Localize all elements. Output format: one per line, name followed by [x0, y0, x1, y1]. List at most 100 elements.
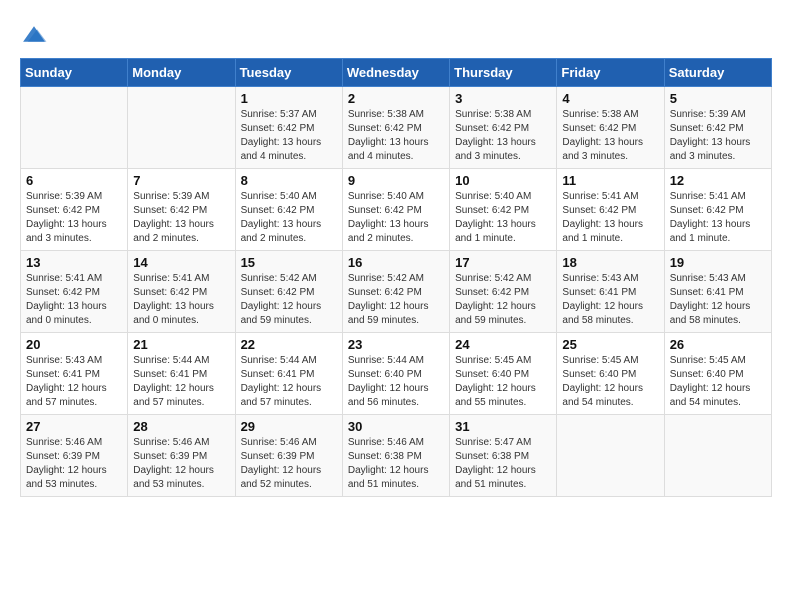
calendar-cell: 5 Sunrise: 5:39 AM Sunset: 6:42 PM Daylig…: [664, 87, 771, 169]
cell-info: Sunrise: 5:39 AM Sunset: 6:42 PM Dayligh…: [133, 190, 229, 246]
day-number: 6: [26, 173, 122, 188]
calendar-cell: 24Sunrise: 5:45 AM Sunset: 6:40 PM Dayli…: [450, 333, 557, 415]
calendar-cell: 2 Sunrise: 5:38 AM Sunset: 6:42 PM Daylig…: [342, 87, 449, 169]
cell-info: Sunrise: 5:41 AM Sunset: 6:42 PM Dayligh…: [562, 190, 658, 246]
calendar-cell: [664, 415, 771, 497]
cell-info: Sunrise: 5:44 AM Sunset: 6:41 PM Dayligh…: [133, 354, 229, 410]
calendar-cell: 9 Sunrise: 5:40 AM Sunset: 6:42 PM Daylig…: [342, 169, 449, 251]
cell-info: Sunrise: 5:43 AM Sunset: 6:41 PM Dayligh…: [670, 272, 766, 328]
calendar-cell: 13Sunrise: 5:41 AM Sunset: 6:42 PM Dayli…: [21, 251, 128, 333]
header-cell-saturday: Saturday: [664, 59, 771, 87]
calendar-cell: 15 Sunrise: 5:42 AM Sunset: 6:42 PM Dayli…: [235, 251, 342, 333]
cell-info: Sunrise: 5:40 AM Sunset: 6:42 PM Dayligh…: [241, 190, 337, 246]
calendar-cell: [557, 415, 664, 497]
calendar-cell: 7 Sunrise: 5:39 AM Sunset: 6:42 PM Daylig…: [128, 169, 235, 251]
calendar-week-4: 20 Sunrise: 5:43 AM Sunset: 6:41 PM Dayli…: [21, 333, 772, 415]
cell-info: Sunrise: 5:37 AM Sunset: 6:42 PM Dayligh…: [241, 108, 337, 164]
logo-icon: [20, 20, 48, 48]
cell-info: Sunrise: 5:46 AM Sunset: 6:38 PM Dayligh…: [348, 436, 444, 492]
day-number: 12: [670, 173, 766, 188]
calendar-cell: 29 Sunrise: 5:46 AM Sunset: 6:39 PM Dayli…: [235, 415, 342, 497]
cell-info: Sunrise: 5:42 AM Sunset: 6:42 PM Dayligh…: [241, 272, 337, 328]
day-number: 29: [241, 419, 337, 434]
day-number: 8: [241, 173, 337, 188]
calendar-cell: 8 Sunrise: 5:40 AM Sunset: 6:42 PM Daylig…: [235, 169, 342, 251]
day-number: 17: [455, 255, 551, 270]
cell-info: Sunrise: 5:41 AM Sunset: 6:42 PM Dayligh…: [133, 272, 229, 328]
header-cell-monday: Monday: [128, 59, 235, 87]
calendar-cell: 23 Sunrise: 5:44 AM Sunset: 6:40 PM Dayli…: [342, 333, 449, 415]
day-number: 20: [26, 337, 122, 352]
calendar-cell: [21, 87, 128, 169]
cell-info: Sunrise: 5:44 AM Sunset: 6:40 PM Dayligh…: [348, 354, 444, 410]
calendar-cell: 20 Sunrise: 5:43 AM Sunset: 6:41 PM Dayli…: [21, 333, 128, 415]
calendar-cell: 6Sunrise: 5:39 AM Sunset: 6:42 PM Daylig…: [21, 169, 128, 251]
header-cell-wednesday: Wednesday: [342, 59, 449, 87]
day-number: 15: [241, 255, 337, 270]
day-number: 27: [26, 419, 122, 434]
day-number: 25: [562, 337, 658, 352]
logo: [20, 20, 52, 48]
calendar-cell: 11Sunrise: 5:41 AM Sunset: 6:42 PM Dayli…: [557, 169, 664, 251]
calendar-cell: 3 Sunrise: 5:38 AM Sunset: 6:42 PM Daylig…: [450, 87, 557, 169]
calendar-cell: 4 Sunrise: 5:38 AM Sunset: 6:42 PM Daylig…: [557, 87, 664, 169]
cell-info: Sunrise: 5:38 AM Sunset: 6:42 PM Dayligh…: [455, 108, 551, 164]
cell-info: Sunrise: 5:43 AM Sunset: 6:41 PM Dayligh…: [26, 354, 122, 410]
cell-info: Sunrise: 5:40 AM Sunset: 6:42 PM Dayligh…: [348, 190, 444, 246]
cell-info: Sunrise: 5:45 AM Sunset: 6:40 PM Dayligh…: [562, 354, 658, 410]
cell-info: Sunrise: 5:47 AM Sunset: 6:38 PM Dayligh…: [455, 436, 551, 492]
calendar-cell: 10Sunrise: 5:40 AM Sunset: 6:42 PM Dayli…: [450, 169, 557, 251]
day-number: 9: [348, 173, 444, 188]
page-header: [20, 20, 772, 48]
calendar-cell: 31 Sunrise: 5:47 AM Sunset: 6:38 PM Dayli…: [450, 415, 557, 497]
calendar-cell: 1Sunrise: 5:37 AM Sunset: 6:42 PM Daylig…: [235, 87, 342, 169]
day-number: 31: [455, 419, 551, 434]
day-number: 23: [348, 337, 444, 352]
calendar-cell: 22 Sunrise: 5:44 AM Sunset: 6:41 PM Dayli…: [235, 333, 342, 415]
calendar-table: SundayMondayTuesdayWednesdayThursdayFrid…: [20, 58, 772, 497]
cell-info: Sunrise: 5:39 AM Sunset: 6:42 PM Dayligh…: [670, 108, 766, 164]
calendar-cell: 28Sunrise: 5:46 AM Sunset: 6:39 PM Dayli…: [128, 415, 235, 497]
calendar-body: 1Sunrise: 5:37 AM Sunset: 6:42 PM Daylig…: [21, 87, 772, 497]
calendar-cell: 16 Sunrise: 5:42 AM Sunset: 6:42 PM Dayli…: [342, 251, 449, 333]
day-number: 4: [562, 91, 658, 106]
day-number: 10: [455, 173, 551, 188]
cell-info: Sunrise: 5:46 AM Sunset: 6:39 PM Dayligh…: [241, 436, 337, 492]
day-number: 21: [133, 337, 229, 352]
day-number: 28: [133, 419, 229, 434]
header-cell-thursday: Thursday: [450, 59, 557, 87]
day-number: 3: [455, 91, 551, 106]
cell-info: Sunrise: 5:38 AM Sunset: 6:42 PM Dayligh…: [348, 108, 444, 164]
calendar-cell: 18 Sunrise: 5:43 AM Sunset: 6:41 PM Dayli…: [557, 251, 664, 333]
cell-info: Sunrise: 5:38 AM Sunset: 6:42 PM Dayligh…: [562, 108, 658, 164]
header-cell-sunday: Sunday: [21, 59, 128, 87]
calendar-week-1: 1Sunrise: 5:37 AM Sunset: 6:42 PM Daylig…: [21, 87, 772, 169]
day-number: 30: [348, 419, 444, 434]
day-number: 18: [562, 255, 658, 270]
calendar-cell: [128, 87, 235, 169]
day-number: 14: [133, 255, 229, 270]
calendar-cell: 21 Sunrise: 5:44 AM Sunset: 6:41 PM Dayli…: [128, 333, 235, 415]
header-row: SundayMondayTuesdayWednesdayThursdayFrid…: [21, 59, 772, 87]
calendar-cell: 27Sunrise: 5:46 AM Sunset: 6:39 PM Dayli…: [21, 415, 128, 497]
calendar-cell: 30 Sunrise: 5:46 AM Sunset: 6:38 PM Dayli…: [342, 415, 449, 497]
cell-info: Sunrise: 5:42 AM Sunset: 6:42 PM Dayligh…: [348, 272, 444, 328]
cell-info: Sunrise: 5:43 AM Sunset: 6:41 PM Dayligh…: [562, 272, 658, 328]
day-number: 2: [348, 91, 444, 106]
calendar-week-3: 13Sunrise: 5:41 AM Sunset: 6:42 PM Dayli…: [21, 251, 772, 333]
cell-info: Sunrise: 5:44 AM Sunset: 6:41 PM Dayligh…: [241, 354, 337, 410]
day-number: 5: [670, 91, 766, 106]
calendar-week-5: 27 Sunrise: 5:46 AM Sunset: 6:39 PM Dayli…: [21, 415, 772, 497]
calendar-cell: 25 Sunrise: 5:45 AM Sunset: 6:40 PM Dayli…: [557, 333, 664, 415]
calendar-cell: 14 Sunrise: 5:41 AM Sunset: 6:42 PM Dayli…: [128, 251, 235, 333]
day-number: 19: [670, 255, 766, 270]
header-cell-friday: Friday: [557, 59, 664, 87]
day-number: 26: [670, 337, 766, 352]
cell-info: Sunrise: 5:41 AM Sunset: 6:42 PM Dayligh…: [670, 190, 766, 246]
day-number: 16: [348, 255, 444, 270]
day-number: 7: [133, 173, 229, 188]
day-number: 24: [455, 337, 551, 352]
calendar-cell: 19 Sunrise: 5:43 AM Sunset: 6:41 PM Dayli…: [664, 251, 771, 333]
day-number: 22: [241, 337, 337, 352]
calendar-cell: 12 Sunrise: 5:41 AM Sunset: 6:42 PM Dayli…: [664, 169, 771, 251]
